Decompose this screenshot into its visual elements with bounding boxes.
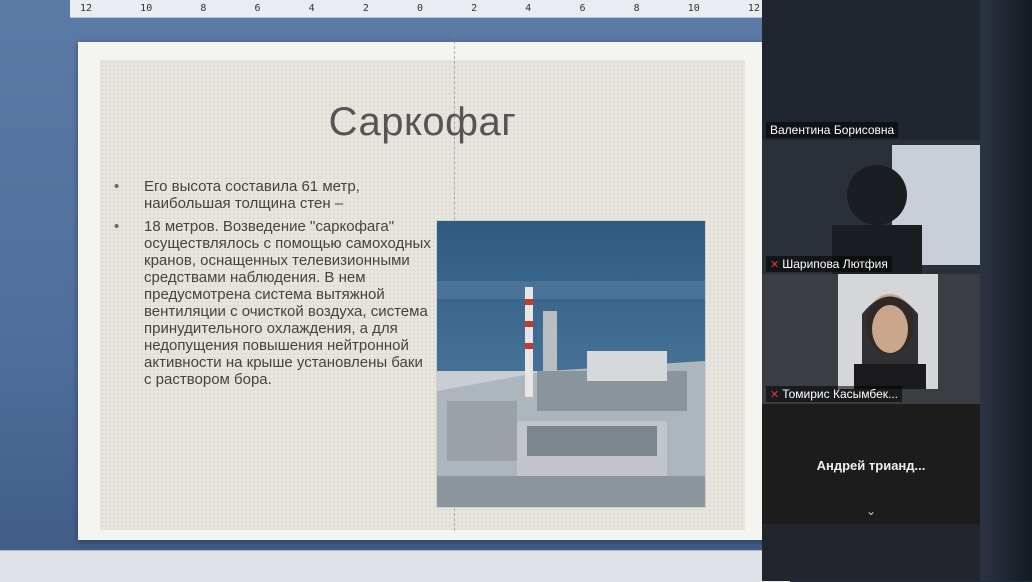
presentation-editor: 12 10 8 6 4 2 0 2 4 6 8 10 12 Саркофаг Е… (0, 0, 790, 582)
screen-edge (980, 0, 1032, 581)
ruler-tick: 0 (416, 3, 423, 14)
chevron-down-icon[interactable]: ⌄ (762, 504, 980, 518)
participant-tile[interactable]: ✕ Шарипова Лютфия (762, 140, 980, 274)
participant-tile[interactable]: Андрей трианд... ⌄ (762, 404, 980, 524)
power-plant-image (437, 221, 705, 507)
horizontal-scrollbar[interactable] (0, 550, 790, 582)
participant-tile[interactable]: Валентина Борисовна (762, 0, 980, 140)
participant-name: Шарипова Лютфия (782, 257, 888, 271)
participant-tile[interactable]: ✕ Томирис Касымбек... (762, 274, 980, 404)
slide-content: Саркофаг Его высота составила 61 метр, н… (100, 36, 745, 531)
ruler-tick: 2 (362, 3, 369, 14)
slide-title[interactable]: Саркофаг (100, 100, 745, 145)
mic-muted-icon: ✕ (770, 389, 780, 401)
participant-video (762, 140, 980, 274)
ruler-tick: 2 (471, 3, 478, 14)
participant-name: Валентина Борисовна (766, 122, 899, 138)
ruler-tick: 4 (525, 3, 532, 14)
ruler-tick: 12 (747, 3, 760, 14)
mic-muted-icon: ✕ (770, 259, 780, 271)
ruler-tick: 6 (579, 3, 586, 14)
ruler-tick: 4 (308, 3, 315, 14)
bullet-item: 18 метров. Возведение "саркофага" осущес… (114, 218, 434, 388)
ruler-tick: 10 (140, 3, 153, 14)
participant-video (762, 274, 980, 404)
ruler-tick: 12 (80, 3, 93, 14)
power-plant-photo[interactable] (436, 220, 706, 508)
participant-label: ✕ Томирис Касымбек... (766, 386, 903, 402)
slide-canvas[interactable]: Саркофаг Его высота составила 61 метр, н… (78, 36, 768, 540)
horizontal-ruler: 12 10 8 6 4 2 0 2 4 6 8 10 12 (70, 0, 770, 18)
slide-bullet-list[interactable]: Его высота составила 61 метр, наибольшая… (114, 178, 434, 394)
participant-label: ✕ Шарипова Лютфия (766, 256, 892, 272)
ruler-tick: 8 (200, 3, 207, 14)
ruler-tick: 6 (254, 3, 261, 14)
participant-name: Андрей трианд... (816, 458, 926, 473)
bullet-item: Его высота составила 61 метр, наибольшая… (114, 178, 434, 212)
participant-name: Томирис Касымбек... (782, 387, 899, 401)
ruler-tick: 10 (687, 3, 700, 14)
ruler-tick: 8 (633, 3, 640, 14)
